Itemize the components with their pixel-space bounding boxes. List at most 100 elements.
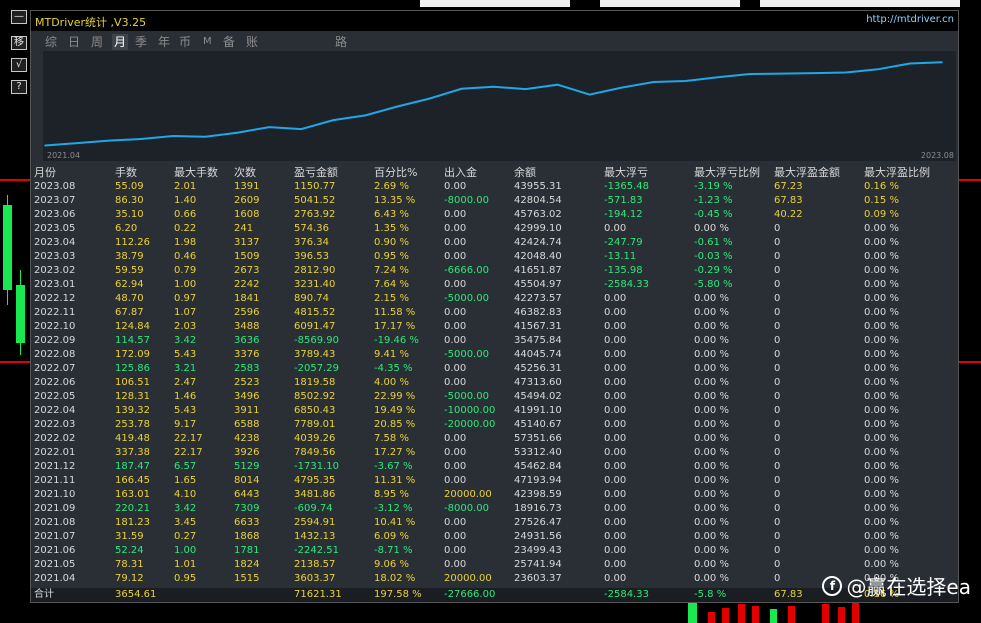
table-cell: 0.00 <box>604 573 627 584</box>
table-cell: 2583 <box>234 363 260 374</box>
table-cell: -6666.00 <box>444 265 489 276</box>
equity-point <box>684 80 687 82</box>
table-cell: 79.12 <box>115 573 144 584</box>
column-header: 最大浮亏 <box>604 166 648 179</box>
tab-account[interactable]: 账户 <box>246 34 258 65</box>
table-cell: 6588 <box>234 419 260 430</box>
table-row: 2022.03 253.78 9.17 6588 7789.01 20.85 % -2000… <box>31 418 958 432</box>
table-cell: 53312.40 <box>514 447 562 458</box>
table-cell: 2021.12 <box>34 461 76 472</box>
panel-titlebar: MTDriver统计 ,V3.25 http://mtdriver.cn <box>31 11 958 31</box>
table-cell: 5041.52 <box>294 195 336 206</box>
table-cell: 86.30 <box>115 195 144 206</box>
table-cell: 41651.87 <box>514 265 562 276</box>
table-cell: 3488 <box>234 321 260 332</box>
table-cell: 3911 <box>234 405 260 416</box>
table-cell: 6443 <box>234 489 260 500</box>
table-cell: 4.00 % <box>374 377 409 388</box>
table-cell: 2023.05 <box>34 223 76 234</box>
table-cell: 0.00 <box>444 363 467 374</box>
table-cell: 0.00 <box>444 475 467 486</box>
table-cell: 59.59 <box>115 265 144 276</box>
equity-point <box>172 135 174 137</box>
table-cell: 0.66 <box>174 209 197 220</box>
table-cell: 396.53 <box>294 251 329 262</box>
table-cell: 42999.10 <box>514 223 562 234</box>
table-cell: -8000.00 <box>444 195 489 206</box>
table-cell: 0 <box>774 433 781 444</box>
table-row: 2021.06 52.24 1.00 1781 -2242.51 -8.71 % 0.00 2… <box>31 544 958 558</box>
table-cell: -1731.10 <box>294 461 339 472</box>
table-cell: 0.00 <box>444 545 467 556</box>
table-cell: 0.00 <box>604 363 627 374</box>
table-cell: 0.00 % <box>864 335 899 346</box>
table-cell: 5.43 <box>174 349 197 360</box>
table-cell: 2138.57 <box>294 559 336 570</box>
table-cell: 2021.05 <box>34 559 76 570</box>
table-cell: 41991.10 <box>514 405 562 416</box>
table-cell: 4.10 <box>174 489 197 500</box>
equity-chart: 2021.04 2023.08 <box>43 51 956 161</box>
table-cell: -0.61 % <box>694 237 733 248</box>
table-cell: 2022.07 <box>34 363 76 374</box>
tab-day[interactable]: 日 <box>68 34 80 50</box>
table-cell: 0 <box>774 391 781 402</box>
table-cell: 0.00 % <box>694 433 729 444</box>
equity-point <box>396 105 399 108</box>
table-cell: 0.00 % <box>694 349 729 360</box>
tab-quarter[interactable]: 季 <box>135 34 147 50</box>
table-cell: 0.00 % <box>694 335 729 346</box>
table-cell: 19.49 % <box>374 405 416 416</box>
tab-notes[interactable]: 备 <box>223 34 235 50</box>
table-row: 2022.10 124.84 2.03 3488 6091.47 17.17 % 0.00 4… <box>31 320 958 334</box>
table-cell: 0.00 % <box>864 349 899 360</box>
table-cell: -8569.90 <box>294 335 339 346</box>
table-row: 2023.06 35.10 0.66 1608 2763.92 6.43 % 0.00 457… <box>31 208 958 222</box>
table-cell: 1608 <box>234 209 260 220</box>
toolbar-check-button[interactable]: √ <box>11 58 27 72</box>
table-cell: 1.65 <box>174 475 197 486</box>
table-cell: -0.45 % <box>694 209 733 220</box>
website-link[interactable]: http://mtdriver.cn <box>866 14 954 25</box>
table-cell: 0.00 % <box>864 447 899 458</box>
table-cell: 2523 <box>234 377 260 388</box>
table-cell: 1.00 <box>174 279 197 290</box>
tab-month[interactable]: 月 <box>112 34 129 50</box>
table-cell: 2022.11 <box>34 307 76 318</box>
table-row: 2023.02 59.59 0.79 2673 2812.90 7.24 % -6666.0… <box>31 264 958 278</box>
table-cell: 0 <box>774 335 781 346</box>
table-cell: 35475.84 <box>514 335 562 346</box>
table-cell: 7309 <box>234 503 260 514</box>
table-cell: 124.84 <box>115 321 150 332</box>
table-cell: 17.27 % <box>374 447 416 458</box>
table-cell: 11.31 % <box>374 475 416 486</box>
table-cell: 0.00 % <box>694 307 729 318</box>
table-cell: 27526.47 <box>514 517 562 528</box>
tab-m[interactable]: M <box>203 34 212 50</box>
table-cell: 0 <box>774 223 781 234</box>
table-cell: 2021.10 <box>34 489 76 500</box>
table-cell: 22.17 <box>174 433 203 444</box>
toolbar-move-button[interactable]: 移 <box>11 36 27 50</box>
tab-week[interactable]: 周 <box>91 34 103 50</box>
table-cell: 1.46 <box>174 391 197 402</box>
tab-currency[interactable]: 币 <box>179 34 191 50</box>
table-row: 2021.07 31.59 0.27 1868 1432.13 6.09 % 0.00 249… <box>31 530 958 544</box>
equity-point <box>364 114 367 117</box>
table-row: 2021.09 220.21 3.42 7309 -609.74 -3.12 % -8000… <box>31 502 958 516</box>
tab-overview[interactable]: 综 <box>45 34 57 50</box>
table-cell: 52.24 <box>115 545 144 556</box>
column-header: 手数 <box>115 166 137 179</box>
table-cell: 0.00 % <box>864 559 899 570</box>
table-cell: 2022.02 <box>34 433 76 444</box>
tab-path[interactable]: 路径 <box>335 34 347 65</box>
toolbar-help-button[interactable]: ? <box>11 80 27 94</box>
toolbar-minimize-button[interactable]: — <box>11 10 27 24</box>
table-cell: 67.87 <box>115 307 144 318</box>
table-row: 2022.07 125.86 3.21 2583 -2057.29 -4.35 % 0.00… <box>31 362 958 376</box>
tab-year[interactable]: 年 <box>158 34 170 50</box>
background-candle <box>770 609 777 623</box>
table-cell: 0.00 <box>604 531 627 542</box>
screen: { "window": { "title": "MTDriver统计 ,V3.2… <box>0 0 981 623</box>
equity-point <box>716 76 719 79</box>
